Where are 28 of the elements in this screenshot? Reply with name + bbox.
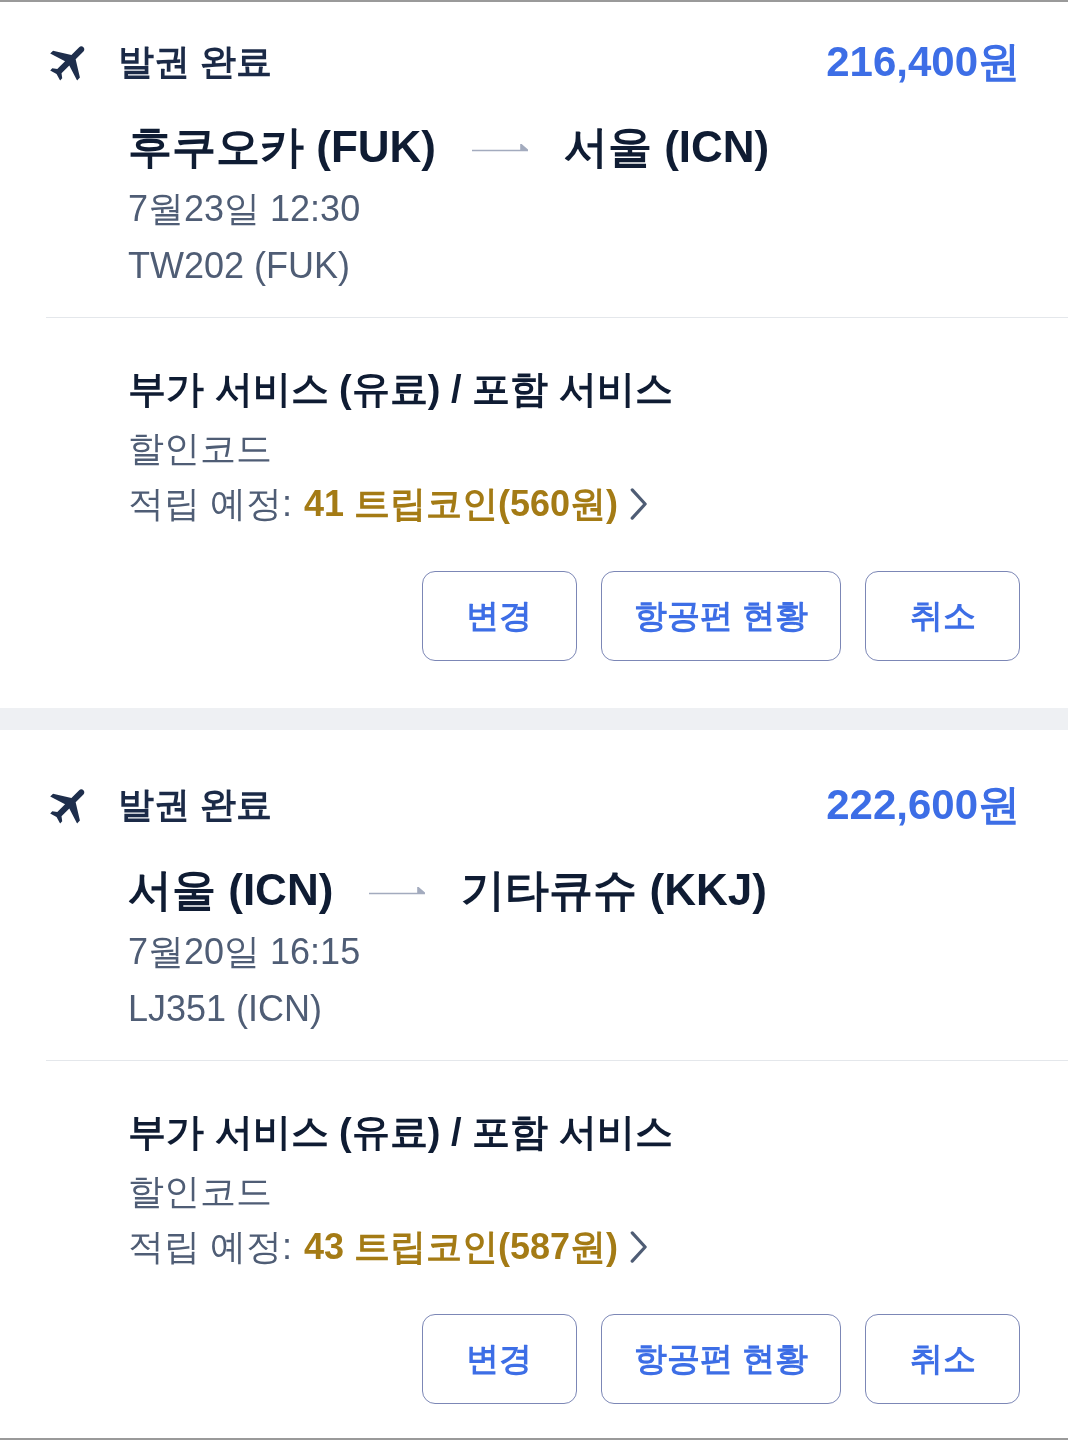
- destination-airport: 서울 (ICN): [563, 121, 770, 173]
- action-button[interactable]: 취소: [865, 1314, 1020, 1404]
- flight-number: LJ351 (ICN): [128, 987, 323, 1031]
- action-button[interactable]: 항공편 현황: [600, 571, 841, 661]
- services-title: 부가 서비스 (유료) / 포함 서비스: [128, 1110, 673, 1155]
- price: 216,400원: [826, 37, 1020, 87]
- discount-code-link[interactable]: 할인코드: [128, 1164, 272, 1220]
- arrow-icon: [471, 144, 528, 152]
- price: 222,600원: [826, 780, 1020, 830]
- destination-airport: 기타큐슈 (KKJ): [461, 864, 767, 916]
- trip-coin-reward-link[interactable]: 적립 예정: 41 트립코인(560원): [128, 477, 649, 531]
- booking-status: 발권 완료: [118, 40, 272, 84]
- booking-status: 발권 완료: [118, 783, 272, 827]
- services-title: 부가 서비스 (유료) / 포함 서비스: [128, 367, 673, 412]
- action-button[interactable]: 변경: [421, 1314, 577, 1404]
- chevron-right-icon: [630, 1231, 649, 1263]
- chevron-right-icon: [630, 488, 649, 520]
- departure-time: 7월20일 16:15: [128, 930, 361, 974]
- trip-coin-reward-link[interactable]: 적립 예정: 43 트립코인(587원): [128, 1220, 649, 1274]
- departure-time: 7월23일 12:30: [128, 187, 361, 231]
- origin-airport: 서울 (ICN): [128, 864, 334, 916]
- origin-airport: 후쿠오카 (FUK): [128, 121, 436, 173]
- arrow-icon: [369, 887, 426, 895]
- action-button[interactable]: 변경: [421, 571, 577, 661]
- action-button[interactable]: 취소: [865, 571, 1020, 661]
- discount-code-link[interactable]: 할인코드: [128, 421, 272, 477]
- flight-number: TW202 (FUK): [128, 244, 350, 288]
- action-button[interactable]: 항공편 현황: [600, 1314, 841, 1404]
